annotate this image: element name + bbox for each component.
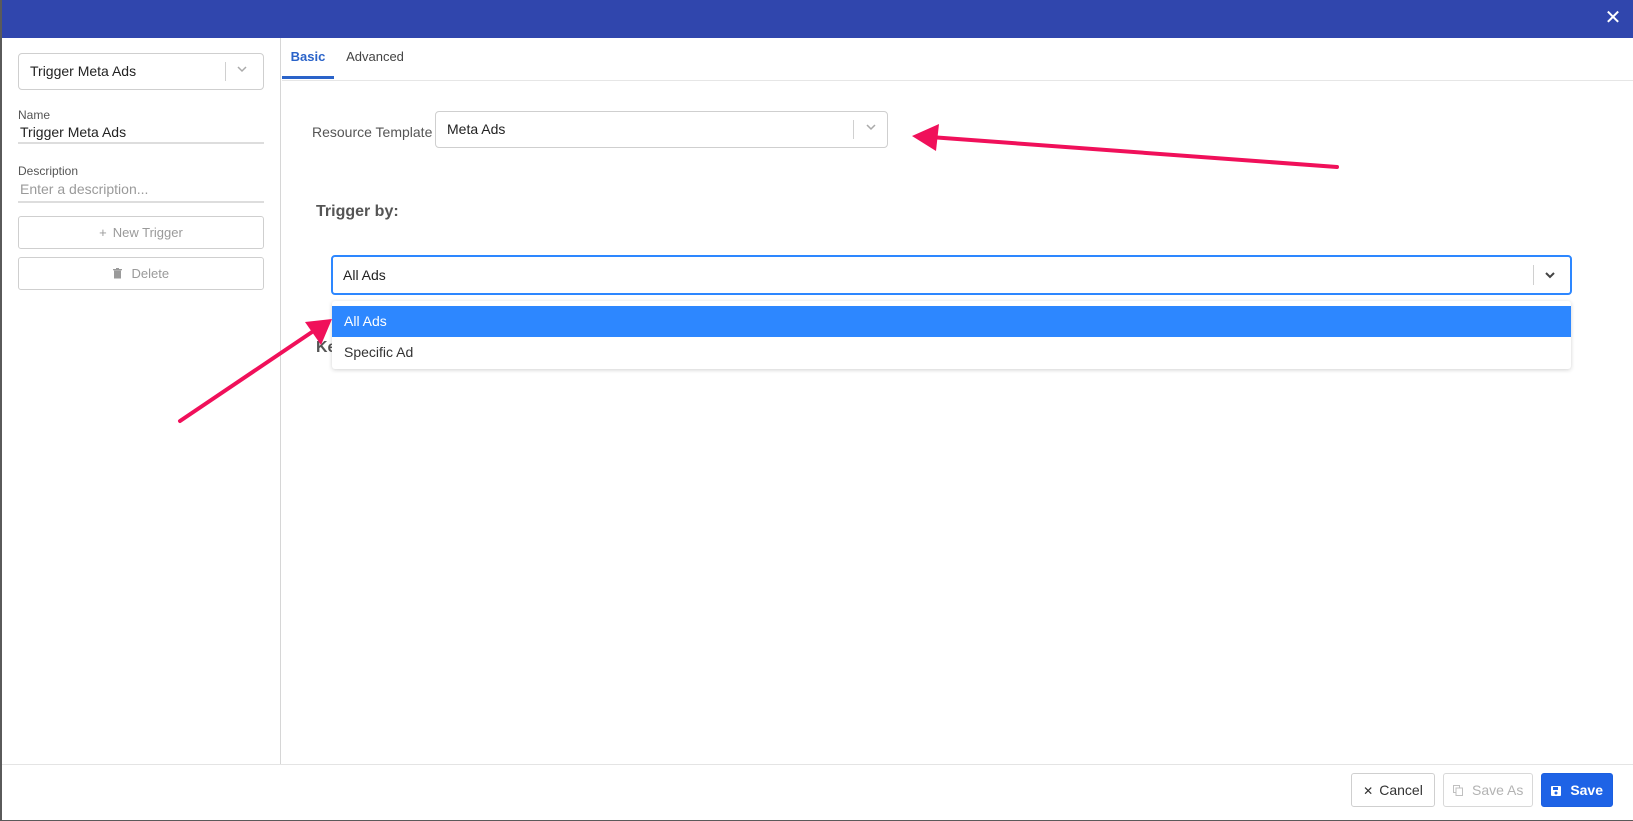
resource-template-label: Resource Template bbox=[312, 124, 433, 140]
tab-bar: Basic Advanced bbox=[282, 38, 1633, 81]
trash-icon bbox=[112, 266, 126, 281]
main-panel: Basic Advanced Resource Template Meta Ad… bbox=[282, 38, 1633, 764]
cancel-label: Cancel bbox=[1379, 782, 1423, 798]
chevron-down-icon[interactable] bbox=[861, 120, 881, 138]
trigger-by-select[interactable]: All Ads bbox=[331, 255, 1572, 295]
save-label: Save bbox=[1570, 782, 1604, 798]
copy-icon bbox=[1452, 784, 1466, 798]
trigger-select-value: Trigger Meta Ads bbox=[30, 63, 137, 79]
dialog-header: ✕ bbox=[2, 0, 1633, 38]
resource-template-value: Meta Ads bbox=[447, 121, 506, 137]
name-field[interactable]: Trigger Meta Ads bbox=[18, 124, 264, 144]
plus-icon: + bbox=[99, 225, 107, 240]
sidebar: Trigger Meta Ads Name Trigger Meta Ads D… bbox=[2, 38, 281, 764]
delete-label: Delete bbox=[131, 266, 170, 281]
trigger-editor-dialog: ✕ Trigger Meta Ads Name Trigger Meta Ads… bbox=[2, 0, 1633, 820]
close-icon: ✕ bbox=[1363, 784, 1374, 798]
resource-template-select[interactable]: Meta Ads bbox=[435, 111, 888, 148]
new-trigger-button[interactable]: + New Trigger bbox=[18, 216, 264, 249]
dialog-footer: ✕ Cancel Save As Save bbox=[2, 764, 1633, 820]
save-button[interactable]: Save bbox=[1541, 773, 1613, 807]
option-specific-ad[interactable]: Specific Ad bbox=[332, 337, 1571, 368]
chevron-down-icon[interactable] bbox=[1540, 268, 1560, 286]
close-icon[interactable]: ✕ bbox=[1603, 8, 1623, 28]
trigger-by-heading: Trigger by: bbox=[316, 203, 399, 220]
description-label: Description bbox=[18, 164, 79, 178]
tab-advanced[interactable]: Advanced bbox=[342, 38, 408, 79]
trigger-by-value: All Ads bbox=[343, 267, 386, 283]
description-field[interactable] bbox=[18, 179, 264, 203]
select-separator bbox=[1533, 265, 1534, 285]
cancel-button[interactable]: ✕ Cancel bbox=[1351, 773, 1435, 807]
select-separator bbox=[225, 62, 226, 81]
delete-button[interactable]: Delete bbox=[18, 257, 264, 290]
new-trigger-label: New Trigger bbox=[112, 225, 183, 240]
option-all-ads[interactable]: All Ads bbox=[332, 306, 1571, 337]
trigger-by-options: All Ads Specific Ad bbox=[332, 301, 1571, 369]
chevron-down-icon[interactable] bbox=[232, 62, 252, 80]
tab-basic[interactable]: Basic bbox=[282, 38, 334, 79]
trigger-select[interactable]: Trigger Meta Ads bbox=[18, 53, 264, 90]
save-as-button[interactable]: Save As bbox=[1443, 773, 1533, 807]
name-label: Name bbox=[18, 108, 51, 122]
save-as-label: Save As bbox=[1471, 782, 1524, 798]
floppy-disk-icon bbox=[1550, 784, 1564, 798]
select-separator bbox=[853, 120, 854, 139]
